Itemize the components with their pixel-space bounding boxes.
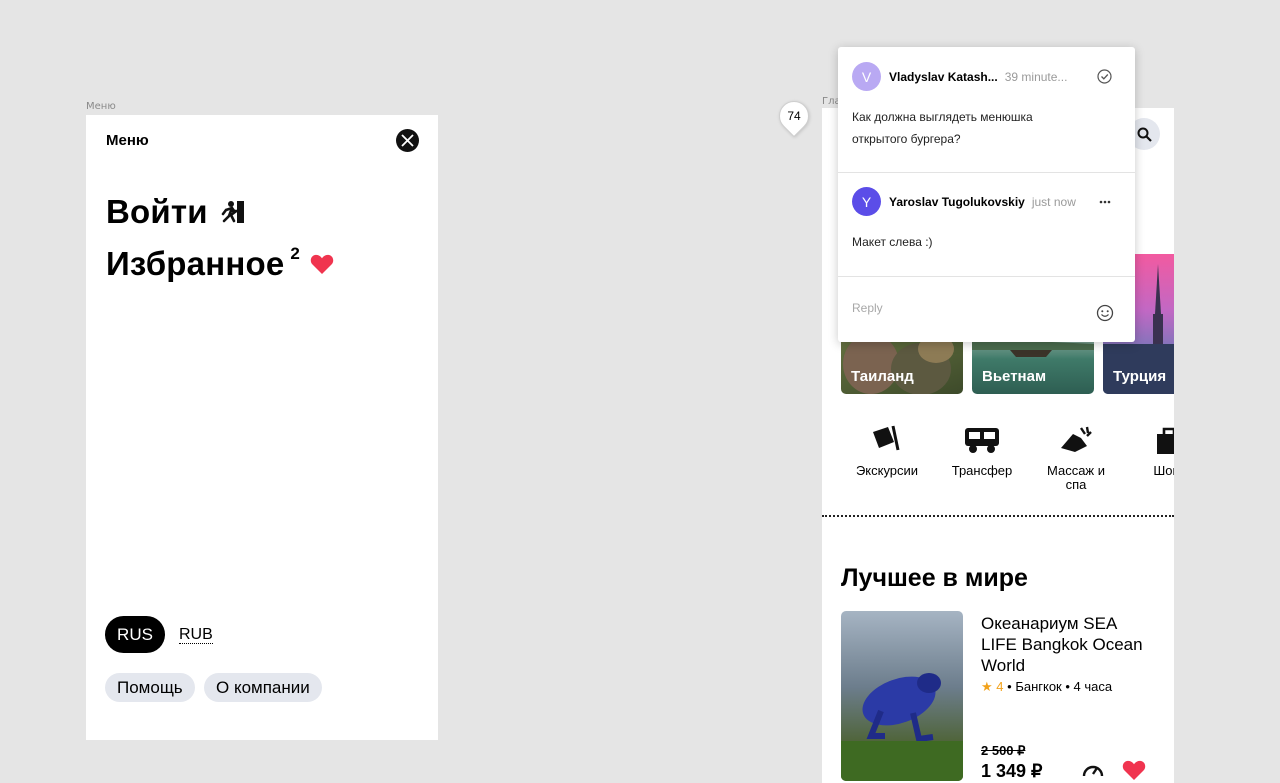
comment-text: Как должна выглядеть менюшка открытого б… bbox=[852, 110, 1033, 146]
close-icon bbox=[401, 134, 414, 147]
section-divider bbox=[822, 515, 1174, 517]
speedometer-icon bbox=[1082, 765, 1104, 777]
currency-selector[interactable]: RUB bbox=[179, 626, 213, 644]
star-icon: ★ bbox=[981, 679, 993, 694]
login-link[interactable]: Войти bbox=[106, 193, 246, 231]
close-button[interactable] bbox=[396, 129, 419, 152]
section-title: Лучшее в мире bbox=[841, 564, 1028, 592]
favorite-heart-icon[interactable] bbox=[1122, 759, 1146, 781]
comments-popup: V Vladyslav Katash... 39 minute... Как д… bbox=[838, 47, 1135, 342]
search-icon bbox=[1137, 127, 1152, 142]
comment-time: 39 minute... bbox=[1004, 69, 1068, 84]
massage-hands-icon bbox=[1061, 426, 1092, 452]
meta-separator: • bbox=[1065, 679, 1074, 694]
comment-text: Макет слева :) bbox=[852, 235, 933, 249]
avatar: Y bbox=[852, 187, 881, 216]
more-options-icon[interactable] bbox=[1099, 200, 1111, 204]
category-label: Трансфер bbox=[951, 463, 1013, 478]
product-image[interactable] bbox=[841, 611, 963, 781]
product-title[interactable]: Океанариум SEA LIFE Bangkok Ocean World bbox=[981, 613, 1151, 676]
frame-label-menu: Меню bbox=[86, 101, 116, 112]
resolve-check-icon[interactable] bbox=[1097, 69, 1112, 84]
duration-label: 4 часа bbox=[1073, 679, 1113, 694]
category-label: Шопп bbox=[1153, 463, 1174, 478]
help-link[interactable]: Помощь bbox=[105, 673, 195, 702]
shopping-bag-icon bbox=[1157, 427, 1174, 454]
destination-label: Вьетнам bbox=[982, 368, 1047, 385]
comment-header: V Vladyslav Katash... 39 minute... bbox=[852, 62, 1067, 91]
category-shopping[interactable]: Шопп bbox=[1130, 424, 1174, 478]
product-meta: ★ 4 • Бангкок • 4 часа bbox=[981, 679, 1112, 695]
category-excursions[interactable]: Экскурсии bbox=[847, 424, 927, 478]
destination-label: Турция bbox=[1113, 368, 1167, 385]
rating-value: 4 bbox=[996, 679, 1004, 694]
menu-title: Меню bbox=[106, 132, 149, 149]
destination-label: Таиланд bbox=[851, 368, 914, 385]
favorites-link[interactable]: Избранное 2 bbox=[106, 244, 334, 283]
category-label: Экскурсии bbox=[855, 463, 919, 478]
flag-icon bbox=[873, 425, 900, 451]
emoji-icon[interactable] bbox=[1096, 304, 1114, 322]
comment-pin-count: 74 bbox=[787, 109, 801, 123]
car-icon bbox=[965, 428, 999, 453]
favorites-count: 2 bbox=[290, 244, 301, 263]
about-link[interactable]: О компании bbox=[204, 673, 322, 702]
login-label: Войти bbox=[106, 193, 208, 230]
language-button[interactable]: RUS bbox=[105, 616, 165, 653]
old-price: 2 500 ₽ bbox=[981, 743, 1026, 758]
blue-frog-photo bbox=[841, 673, 963, 781]
menu-frame: Меню Войти Избранное 2 RUS RUB Помощь О … bbox=[86, 115, 438, 740]
emergency-exit-icon bbox=[221, 201, 244, 223]
new-price: 1 349 ₽ bbox=[981, 761, 1043, 781]
category-label: Массаж и спа bbox=[1046, 463, 1105, 492]
comment-time: just now bbox=[1031, 194, 1076, 209]
comment-author: Vladyslav Katash... bbox=[889, 69, 998, 84]
category-transfer[interactable]: Трансфер bbox=[942, 424, 1022, 478]
category-massage[interactable]: Массаж и спа bbox=[1036, 424, 1116, 492]
comment-header: Y Yaroslav Tugolukovskiy just now bbox=[852, 187, 1076, 216]
comment-divider bbox=[838, 276, 1135, 277]
comment-divider bbox=[838, 172, 1135, 173]
city-label: Бангкок bbox=[1015, 679, 1062, 694]
heart-icon bbox=[310, 254, 334, 274]
favorites-label: Избранное bbox=[106, 245, 285, 282]
reply-input[interactable]: Reply bbox=[852, 301, 883, 315]
avatar: V bbox=[852, 62, 881, 91]
comment-author: Yaroslav Tugolukovskiy bbox=[889, 194, 1025, 209]
